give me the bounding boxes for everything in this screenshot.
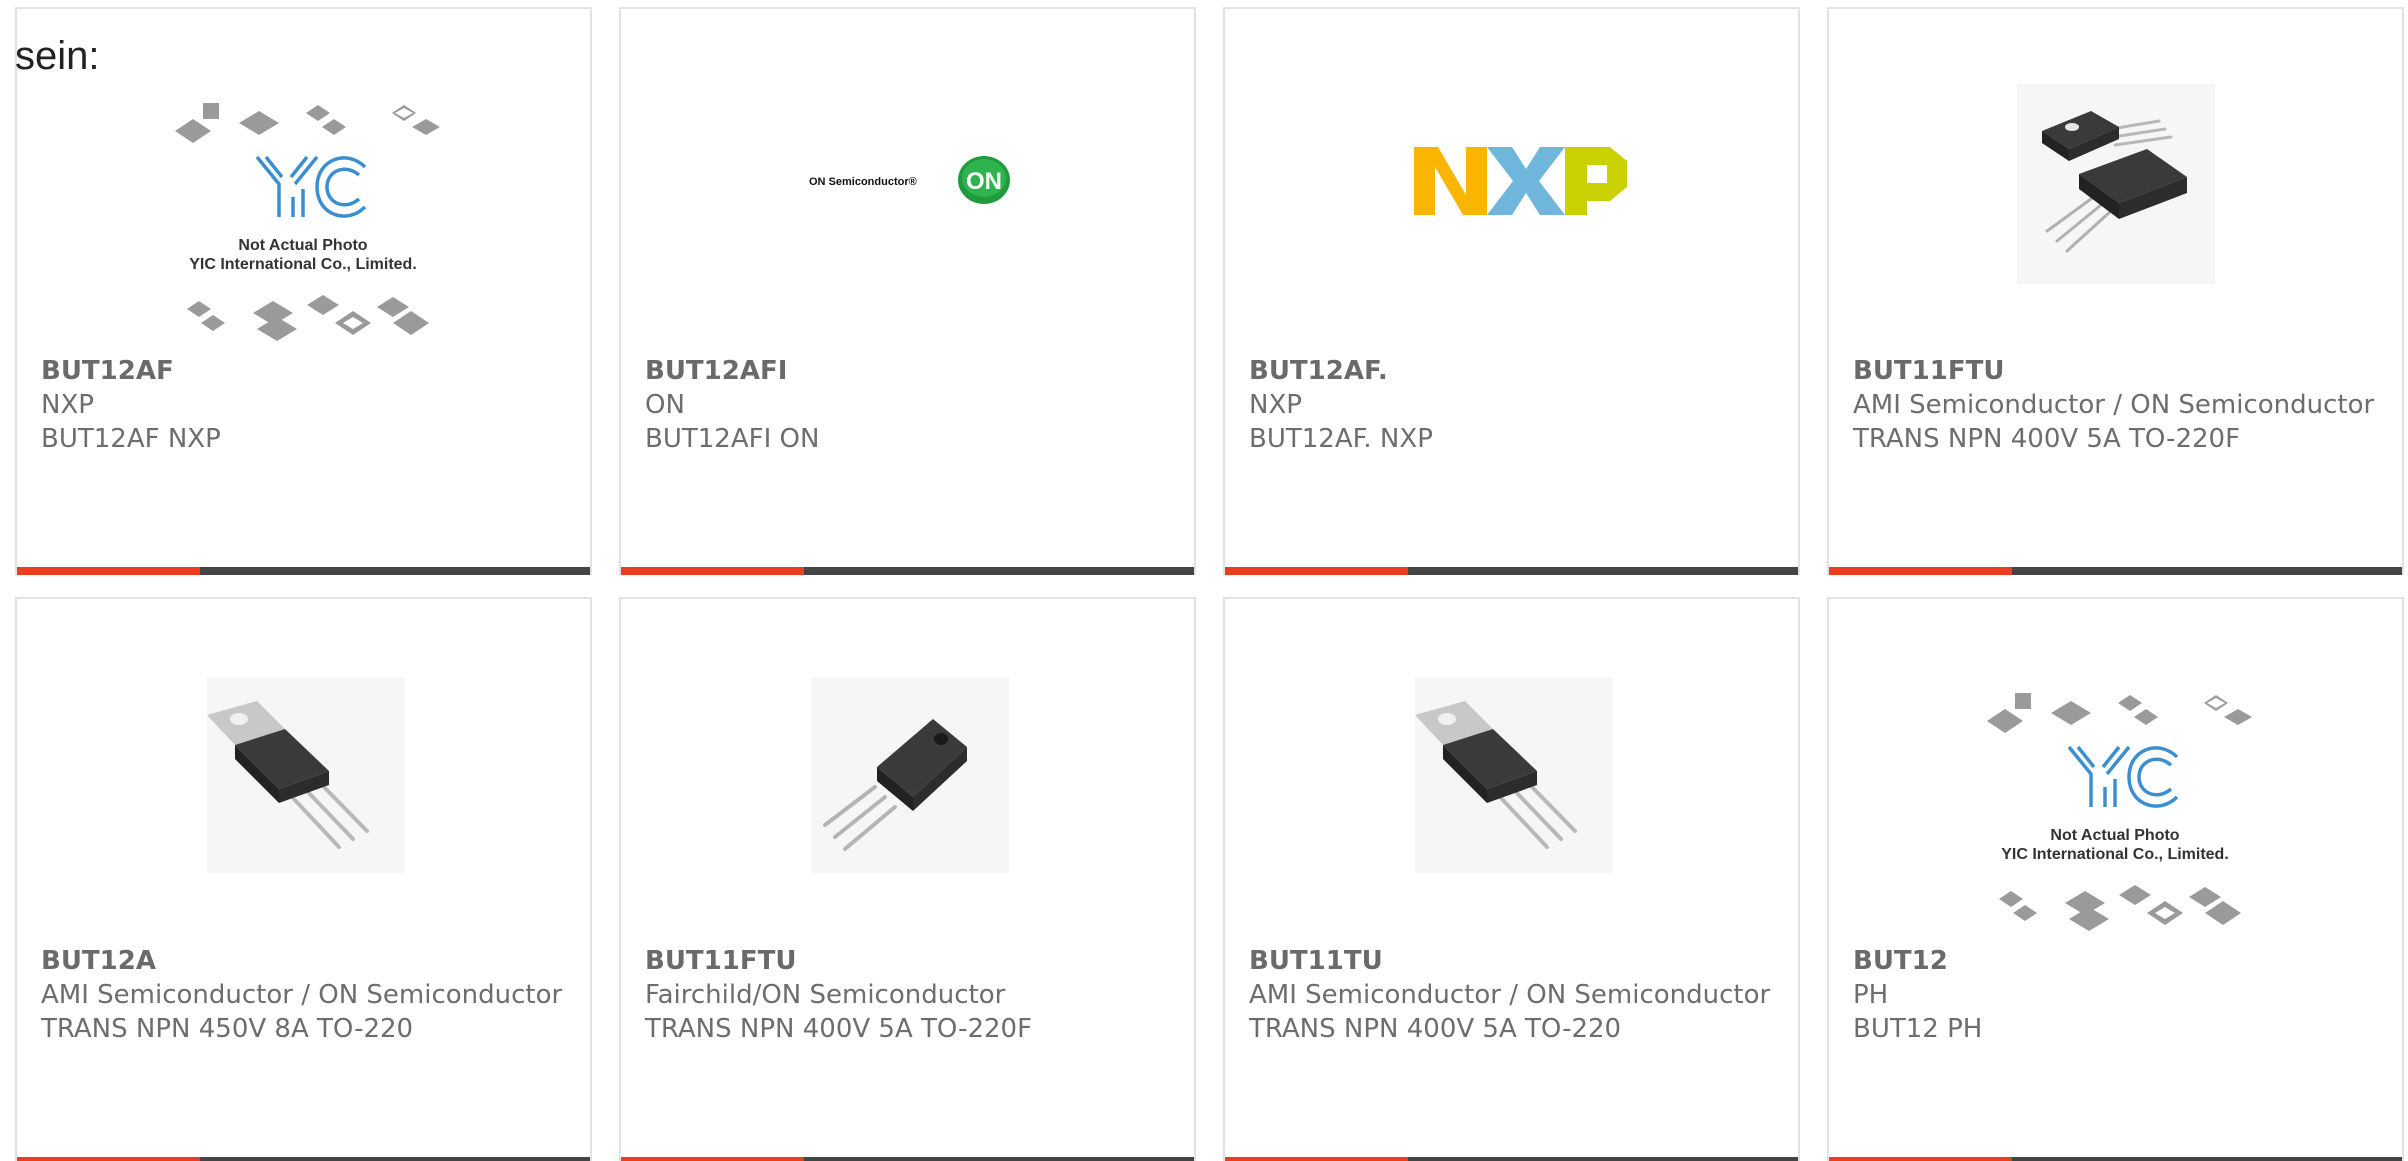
to-220f-package-image	[1829, 9, 2402, 349]
to-220f-package-image	[621, 599, 1194, 939]
image-caption-1: Not Actual Photo	[2050, 827, 2179, 844]
part-number[interactable]: BUT12AF.	[1249, 354, 1774, 388]
product-card[interactable]: BUT11TU AMI Semiconductor / ON Semicondu…	[1223, 597, 1800, 1161]
card-bottom-bar	[1225, 567, 1798, 575]
card-bottom-bar	[17, 1157, 590, 1161]
product-description: BUT12 PH	[1853, 1014, 1983, 1044]
card-accent-bar	[1829, 567, 2012, 575]
image-caption-2: YIC International Co., Limited.	[2001, 846, 2229, 863]
on-semiconductor-logo-image: ON Semiconductor® ON	[621, 9, 1194, 349]
yic-placeholder-image: Not Actual Photo YIC International Co., …	[17, 9, 590, 349]
product-description: BUT12AF. NXP	[1249, 424, 1433, 454]
card-bottom-bar	[621, 567, 1194, 575]
product-card[interactable]: BUT11FTU Fairchild/ON Semiconductor TRAN…	[619, 597, 1196, 1161]
part-number[interactable]: BUT12A	[41, 944, 566, 978]
card-accent-bar	[17, 567, 200, 575]
card-bottom-bar	[621, 1157, 1194, 1161]
part-number[interactable]: BUT11FTU	[1853, 354, 2378, 388]
image-caption-2: YIC International Co., Limited.	[189, 256, 417, 273]
part-number[interactable]: BUT12	[1853, 944, 2378, 978]
card-bottom-bar	[1829, 567, 2402, 575]
part-number[interactable]: BUT12AFI	[645, 354, 1170, 388]
part-number[interactable]: BUT11TU	[1249, 944, 1774, 978]
card-accent-bar	[621, 567, 804, 575]
brand-name: ON	[645, 390, 685, 420]
brand-name: PH	[1853, 980, 1889, 1010]
product-description: TRANS NPN 450V 8A TO-220	[41, 1014, 414, 1044]
product-card[interactable]: Not Actual Photo YIC International Co., …	[1827, 597, 2404, 1161]
to-220-package-image	[17, 599, 590, 939]
product-description: BUT12AF NXP	[41, 424, 221, 454]
brand-name: AMI Semiconductor / ON Semiconductor	[1249, 980, 1771, 1010]
part-number[interactable]: BUT12AF	[41, 354, 566, 388]
brand-name: Fairchild/ON Semiconductor	[645, 980, 1006, 1010]
image-caption-1: Not Actual Photo	[238, 237, 367, 254]
brand-name: AMI Semiconductor / ON Semiconductor	[1853, 390, 2375, 420]
to-220-package-image	[1225, 599, 1798, 939]
card-bottom-bar	[1829, 1157, 2402, 1161]
nxp-logo-image	[1225, 9, 1798, 349]
card-accent-bar	[621, 1157, 804, 1161]
brand-name: NXP	[1249, 390, 1302, 420]
on-semiconductor-wordmark: ON Semiconductor®	[809, 176, 917, 188]
part-number[interactable]: BUT11FTU	[645, 944, 1170, 978]
product-card[interactable]: BUT12A AMI Semiconductor / ON Semiconduc…	[15, 597, 592, 1161]
card-accent-bar	[17, 1157, 200, 1161]
product-grid-page: sein: Not Actual Photo YIC International…	[0, 0, 2408, 1161]
product-description: BUT12AFI ON	[645, 424, 820, 454]
card-accent-bar	[1225, 567, 1408, 575]
product-card[interactable]: BUT11FTU AMI Semiconductor / ON Semicond…	[1827, 7, 2404, 575]
on-badge-text: ON	[966, 168, 1002, 195]
brand-name: NXP	[41, 390, 94, 420]
yic-placeholder-image: Not Actual Photo YIC International Co., …	[1829, 599, 2402, 939]
card-accent-bar	[1225, 1157, 1408, 1161]
product-description: TRANS NPN 400V 5A TO-220	[1249, 1014, 1622, 1044]
product-description: TRANS NPN 400V 5A TO-220F	[1853, 424, 2241, 454]
product-card[interactable]: ON Semiconductor® ON BUT12AFI ON BUT12AF…	[619, 7, 1196, 575]
product-card[interactable]: BUT12AF. NXP BUT12AF. NXP	[1223, 7, 1800, 575]
card-bottom-bar	[1225, 1157, 1798, 1161]
brand-name: AMI Semiconductor / ON Semiconductor	[41, 980, 563, 1010]
card-bottom-bar	[17, 567, 590, 575]
product-card[interactable]: Not Actual Photo YIC International Co., …	[15, 7, 592, 575]
card-accent-bar	[1829, 1157, 2012, 1161]
intro-text: sein:	[15, 34, 100, 78]
product-description: TRANS NPN 400V 5A TO-220F	[645, 1014, 1033, 1044]
